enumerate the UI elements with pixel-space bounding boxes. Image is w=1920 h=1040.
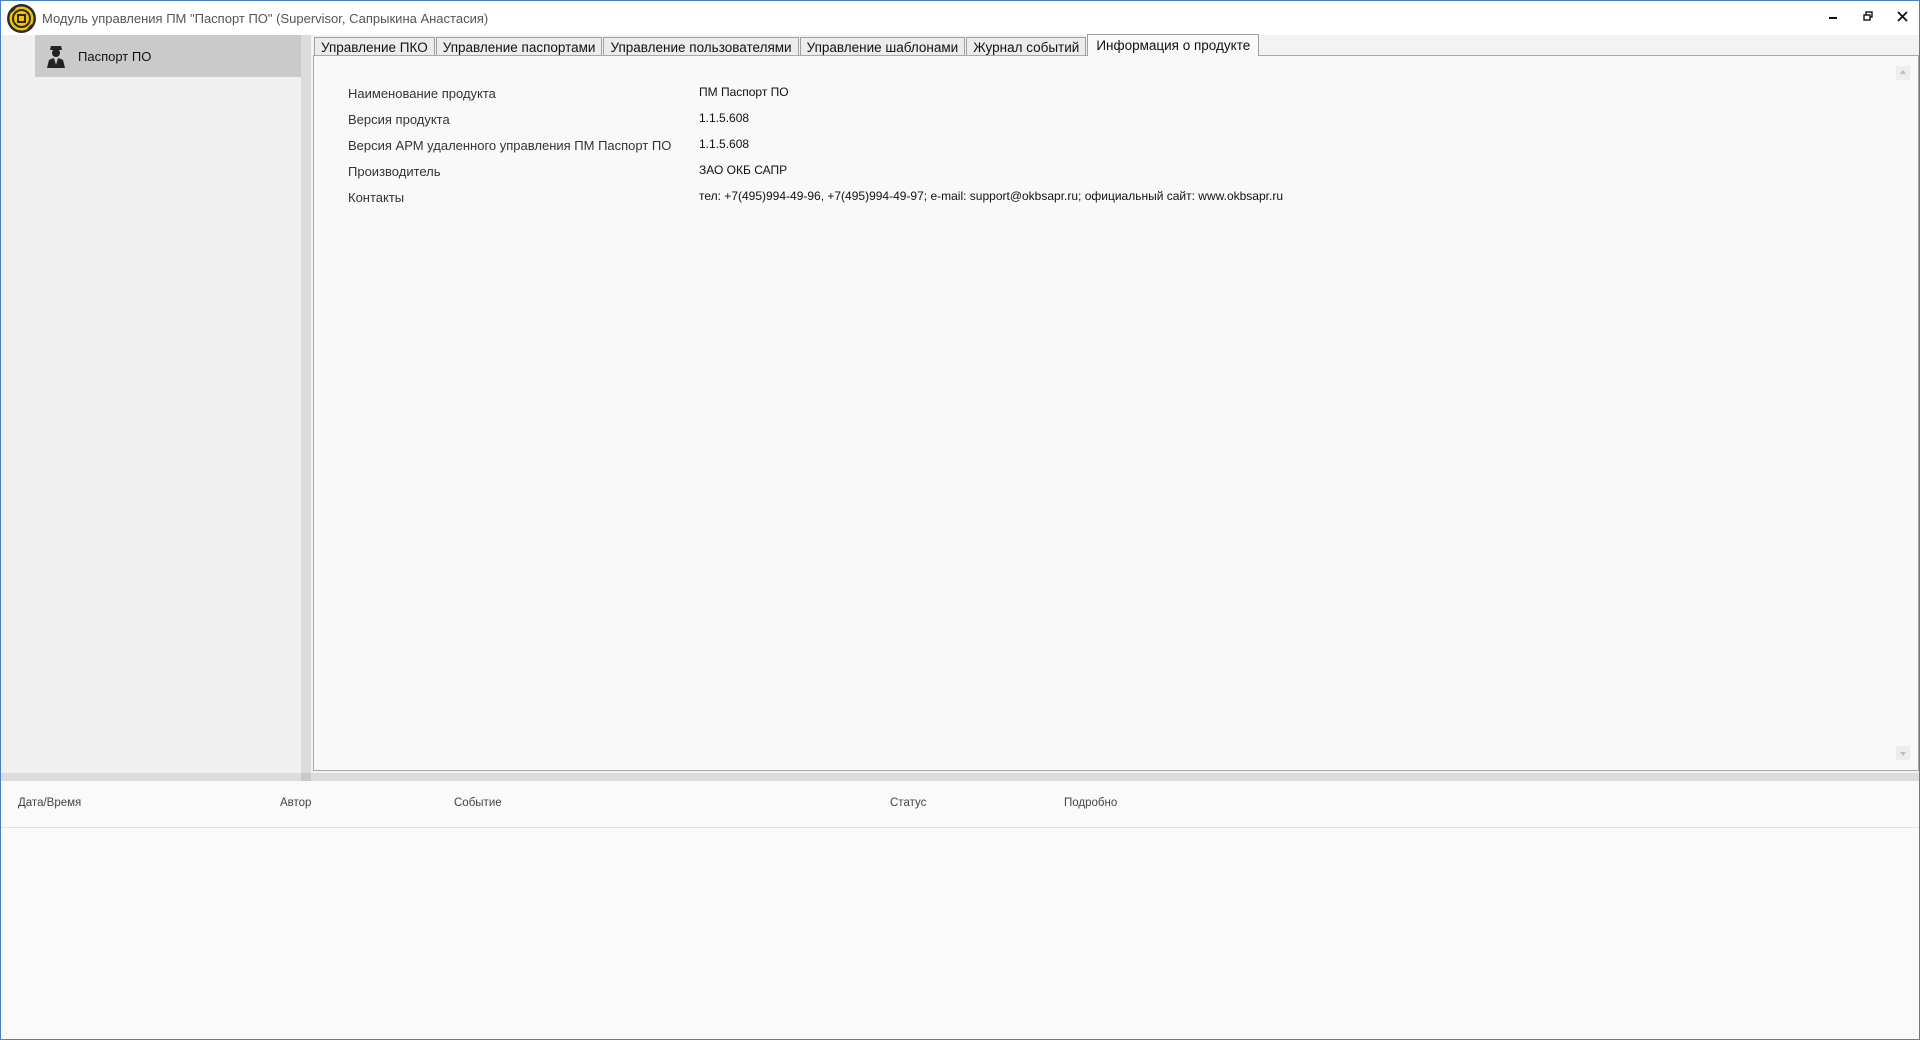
info-value: 1.1.5.608 (699, 111, 750, 125)
close-icon (1896, 10, 1908, 22)
arrow-up-icon (1900, 70, 1906, 74)
tab-passport-management[interactable]: Управление паспортами (435, 37, 603, 56)
splitter-grip[interactable] (301, 773, 311, 781)
info-label: Производитель (348, 164, 441, 179)
scroll-down-button[interactable] (1896, 746, 1910, 760)
close-button[interactable] (1888, 5, 1916, 27)
info-label: Наименование продукта (348, 86, 496, 101)
info-value: тел: +7(495)994-49-96, +7(495)994-49-97;… (699, 189, 1283, 203)
tab-user-management[interactable]: Управление пользователями (603, 37, 799, 56)
user-agent-icon (47, 46, 65, 68)
column-header-status[interactable]: Статус (890, 797, 926, 809)
info-value: ЗАО ОКБ САПР (699, 163, 788, 177)
tab-event-log[interactable]: Журнал событий (966, 37, 1087, 56)
tab-pko-management[interactable]: Управление ПКО (314, 37, 435, 56)
info-value: 1.1.5.608 (699, 137, 750, 151)
info-label: Версия АРМ удаленного управления ПМ Пасп… (348, 138, 672, 153)
scroll-up-button[interactable] (1896, 66, 1910, 80)
sidebar-item-label: Паспорт ПО (78, 48, 152, 64)
product-info-panel: Наименование продукта ПМ Паспорт ПО Верс… (313, 55, 1919, 771)
tab-template-management[interactable]: Управление шаблонами (799, 37, 966, 56)
minimize-icon (1829, 17, 1837, 19)
sidebar-item-passport[interactable]: Паспорт ПО (35, 35, 301, 77)
column-header-details[interactable]: Подробно (1064, 797, 1117, 809)
arrow-down-icon (1900, 752, 1906, 756)
column-header-author[interactable]: Автор (280, 797, 311, 809)
title-bar: Модуль управления ПМ "Паспорт ПО" (Super… (1, 1, 1919, 35)
column-header-event[interactable]: Событие (454, 797, 502, 809)
app-window: Модуль управления ПМ "Паспорт ПО" (Super… (0, 0, 1920, 1040)
events-grid-header: Дата/Время Автор Событие Статус Подробно (1, 781, 1919, 828)
tab-product-info[interactable]: Информация о продукте (1087, 34, 1260, 56)
info-label: Контакты (348, 190, 405, 205)
info-label: Версия продукта (348, 112, 450, 127)
vertical-splitter[interactable] (301, 35, 311, 773)
window-title: Модуль управления ПМ "Паспорт ПО" (Super… (42, 11, 489, 26)
events-grid: Дата/Время Автор Событие Статус Подробно (1, 781, 1919, 1039)
app-logo-icon (7, 4, 36, 33)
tab-strip: Управление ПКО Управление паспортами Упр… (314, 34, 1260, 56)
horizontal-splitter[interactable] (1, 773, 1919, 781)
column-header-datetime[interactable]: Дата/Время (18, 797, 81, 809)
info-value: ПМ Паспорт ПО (699, 85, 789, 99)
minimize-button[interactable] (1819, 5, 1847, 27)
restore-button[interactable] (1854, 5, 1882, 27)
restore-icon (1863, 11, 1873, 21)
sidebar: Паспорт ПО (1, 35, 301, 773)
